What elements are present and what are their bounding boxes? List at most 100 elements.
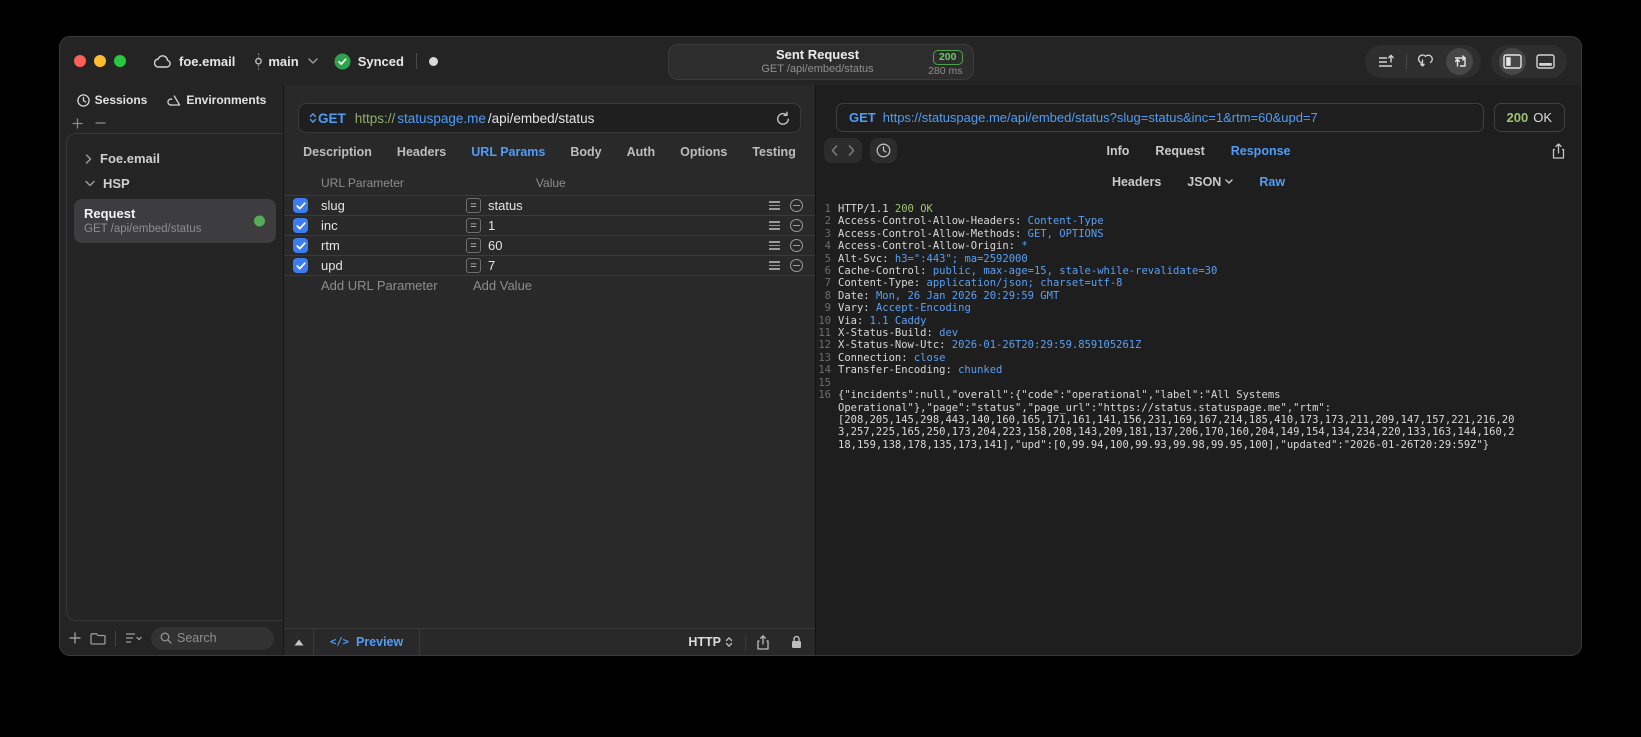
status-code-badge: 200 (932, 50, 963, 65)
clock-icon (76, 93, 90, 107)
lock-icon[interactable] (780, 635, 815, 649)
close-window-button[interactable] (74, 55, 86, 67)
remove-param-button[interactable] (790, 219, 803, 232)
param-row: rtm = 60 (284, 235, 815, 255)
add-request-button[interactable] (69, 632, 81, 644)
param-enabled-checkbox[interactable] (293, 258, 308, 273)
response-subtab-headers[interactable]: Headers (1112, 175, 1161, 189)
branch-icon (253, 53, 264, 70)
request-tab-testing[interactable]: Testing (752, 145, 796, 159)
remove-session-button[interactable] (95, 121, 106, 125)
tree-item-hsp[interactable]: HSP (67, 171, 283, 196)
minimize-window-button[interactable] (94, 55, 106, 67)
response-line: 13 Connection: close (816, 352, 1581, 364)
line-text: Content-Type: application/json; charset=… (838, 277, 1518, 289)
param-value-input[interactable]: status (481, 198, 769, 213)
response-body[interactable]: 1 HTTP/1.1 200 OK 2 Access-Control-Allow-He… (816, 194, 1581, 655)
param-name-input[interactable]: upd (308, 258, 466, 273)
request-tab-url-params[interactable]: URL Params (471, 145, 545, 159)
response-subtab-json[interactable]: JSON (1187, 175, 1234, 189)
history-clock-button[interactable] (870, 138, 897, 163)
request-panel: GET https://statuspage.me/api/embed/stat… (283, 85, 816, 655)
param-options-icon[interactable] (769, 221, 780, 230)
chevron-down-icon (307, 58, 318, 64)
toggle-bottom-panel-icon[interactable] (1532, 48, 1559, 75)
toggle-sidebar-icon[interactable] (1499, 47, 1526, 75)
resend-refresh-icon[interactable] (776, 111, 790, 126)
param-options-icon[interactable] (769, 261, 780, 270)
tab-sessions-label: Sessions (94, 93, 148, 107)
add-param-value-placeholder[interactable]: Add Value (466, 278, 803, 293)
project-menu[interactable]: foe.email (154, 54, 235, 69)
request-tab-options[interactable]: Options (680, 145, 727, 159)
add-session-button[interactable] (72, 117, 83, 129)
request-tab-auth[interactable]: Auth (627, 145, 655, 159)
sidebar-request-item[interactable]: Request GET /api/embed/status (74, 199, 276, 243)
response-line: 15 (816, 377, 1581, 389)
code-segment: chunked (958, 364, 1003, 377)
tree-item-foe-email[interactable]: Foe.email (67, 146, 283, 171)
method-selector[interactable]: GET (309, 111, 346, 126)
search-input[interactable] (177, 631, 265, 645)
code-segment: HTTP/1.1 (838, 203, 895, 215)
forward-icon[interactable] (848, 145, 855, 156)
list-filter-icon[interactable] (125, 632, 142, 644)
remove-param-button[interactable] (790, 199, 803, 212)
response-tab-response[interactable]: Response (1231, 144, 1291, 158)
param-value-input[interactable]: 60 (481, 238, 769, 253)
add-folder-icon[interactable] (90, 632, 106, 645)
remove-param-button[interactable] (790, 259, 803, 272)
param-name-input[interactable]: slug (308, 198, 466, 213)
param-enabled-checkbox[interactable] (293, 218, 308, 233)
code-segment: 2026-01-26T20:29:59.859105261Z (951, 339, 1142, 352)
back-icon[interactable] (831, 145, 838, 156)
share-icon[interactable] (746, 634, 780, 650)
branch-selector[interactable]: main (253, 53, 318, 70)
link-arrows-icon[interactable] (1413, 48, 1440, 75)
response-line: 11 X-Status-Build: dev (816, 327, 1581, 339)
response-tab-request[interactable]: Request (1155, 144, 1204, 158)
sidebar-search[interactable] (151, 626, 274, 650)
request-status-pill[interactable]: Sent Request GET /api/embed/status 200 2… (667, 44, 974, 80)
param-enabled-checkbox[interactable] (293, 238, 308, 253)
send-loop-icon[interactable] (1446, 47, 1473, 75)
param-enabled-checkbox[interactable] (293, 198, 308, 213)
export-share-icon[interactable] (1552, 142, 1565, 159)
param-options-icon[interactable] (769, 201, 780, 210)
tab-environments[interactable]: Environments (167, 93, 266, 107)
expand-console-button[interactable] (284, 629, 314, 655)
response-tab-info[interactable]: Info (1107, 144, 1130, 158)
preview-toggle[interactable]: </> Preview (314, 629, 421, 655)
code-segment: 1.1 Caddy (869, 314, 927, 327)
sent-url: https://statuspage.me/api/embed/status?s… (882, 110, 1318, 125)
param-value-input[interactable]: 7 (481, 258, 769, 273)
line-text: Alt-Svc: h3=":443"; ma=2592000 (838, 253, 1518, 265)
remove-param-button[interactable] (790, 239, 803, 252)
param-value-input[interactable]: 1 (481, 218, 769, 233)
line-text: Access-Control-Allow-Methods: GET, OPTIO… (838, 228, 1518, 240)
add-param-name-placeholder[interactable]: Add URL Parameter (293, 278, 466, 293)
format-selector[interactable]: HTTP (688, 635, 745, 649)
cloud-icon (154, 54, 172, 68)
param-options-icon[interactable] (769, 241, 780, 250)
line-number: 13 (818, 351, 831, 364)
add-param-row[interactable]: Add URL Parameter Add Value (284, 275, 815, 295)
sort-lines-icon[interactable] (1373, 48, 1400, 75)
request-tab-headers[interactable]: Headers (397, 145, 446, 159)
method-label: GET (318, 110, 346, 126)
request-tab-body[interactable]: Body (570, 145, 601, 159)
main-area: Sessions Environments Foe.email HSP Requ… (60, 85, 1581, 655)
desktop: foe.email main Synced Sent Request GET /… (0, 0, 1641, 737)
response-line: 3 Access-Control-Allow-Methods: GET, OPTI… (816, 228, 1581, 240)
param-name-input[interactable]: inc (308, 218, 466, 233)
param-name-input[interactable]: rtm (308, 238, 466, 253)
sent-request-url[interactable]: GET https://statuspage.me/api/embed/stat… (836, 103, 1484, 132)
zoom-window-button[interactable] (114, 55, 126, 67)
tab-sessions[interactable]: Sessions (76, 93, 148, 107)
request-tab-description[interactable]: Description (303, 145, 372, 159)
sync-status[interactable]: Synced (334, 53, 404, 70)
response-subtab-raw[interactable]: Raw (1259, 175, 1285, 189)
line-text: Transfer-Encoding: chunked (838, 364, 1518, 376)
code-segment: Cache-Control: (838, 265, 933, 278)
request-url-bar[interactable]: GET https://statuspage.me/api/embed/stat… (298, 103, 801, 133)
